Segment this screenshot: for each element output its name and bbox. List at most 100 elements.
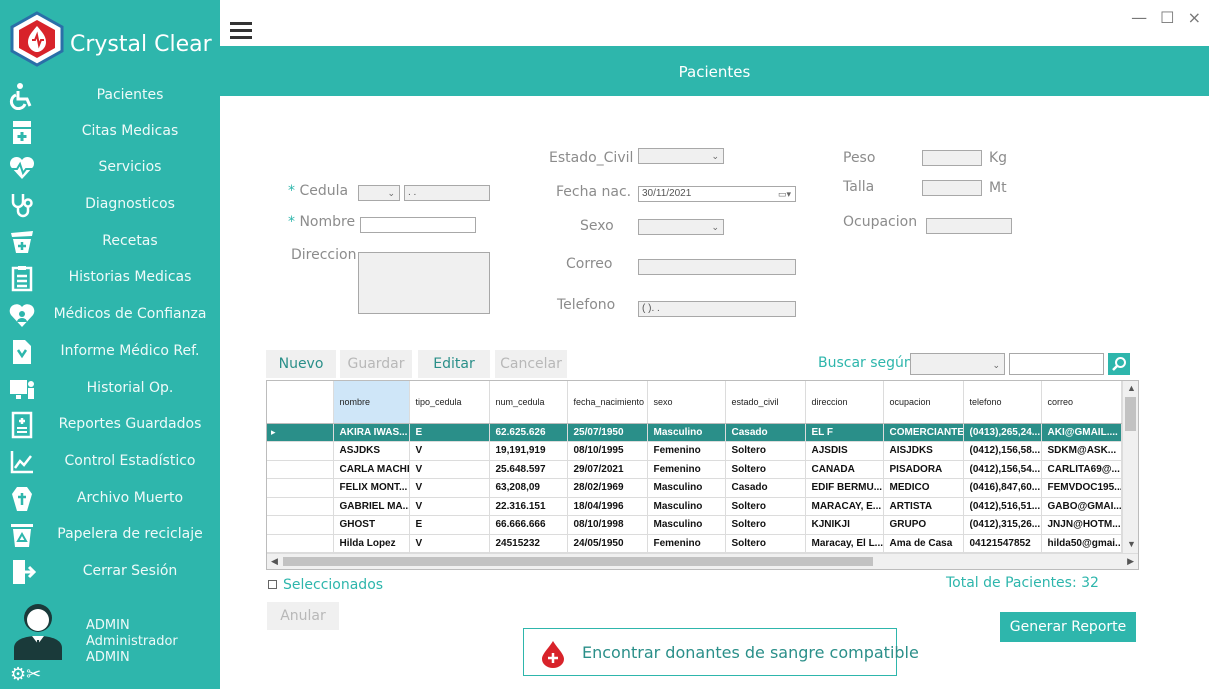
settings-tools-icon[interactable]: ⚙✂	[10, 664, 41, 685]
column-header[interactable]: correo	[1041, 381, 1122, 424]
sidebar-item-archivo-muerto[interactable]: Archivo Muerto	[0, 481, 220, 517]
buscar-select[interactable]: ⌄	[910, 353, 1005, 375]
table-cell[interactable]: EDIF BERMU...	[805, 478, 884, 498]
sidebar-item-reportes-guardados[interactable]: Reportes Guardados	[0, 407, 220, 443]
table-cell[interactable]: Femenino	[647, 534, 726, 553]
table-cell[interactable]: 62.625.626	[489, 423, 568, 442]
table-cell[interactable]: Casado	[725, 423, 806, 442]
scroll-right-icon[interactable]: ▶	[1127, 556, 1134, 567]
calendar-dropdown-icon[interactable]: ▭▾	[778, 187, 791, 201]
row-header[interactable]	[267, 515, 334, 535]
scroll-down-icon[interactable]: ▼	[1127, 539, 1136, 549]
scroll-left-icon[interactable]: ◀	[271, 556, 278, 567]
sidebar-item-pacientes[interactable]: Pacientes	[0, 78, 220, 114]
table-cell[interactable]: PISADORA	[883, 460, 964, 479]
table-cell[interactable]: Masculino	[647, 423, 726, 442]
table-cell[interactable]: KJNIKJI	[805, 515, 884, 535]
table-cell[interactable]: Casado	[725, 478, 806, 498]
table-cell[interactable]: 24/05/1950	[567, 534, 648, 553]
table-row[interactable]: GHOST E 66.666.666 08/10/1998 Masculino Solte…	[267, 515, 1122, 535]
table-cell[interactable]: V	[409, 497, 490, 516]
row-header[interactable]: ▸	[267, 423, 334, 442]
table-row[interactable]: ASJDKS V 19,191,919 08/10/1995 Femenino Solte…	[267, 441, 1122, 461]
table-cell[interactable]: 18/04/1996	[567, 497, 648, 516]
table-row[interactable]: CARLA MACHINV25.648.59729/07/2021Femenin…	[267, 460, 1122, 479]
window-controls[interactable]: — ☐ ×	[1131, 8, 1205, 27]
table-row[interactable]: ▸ AKIRA IWAS... E 62.625.626 25/07/1950 Mascu…	[267, 423, 1122, 442]
table-cell[interactable]: 25.648.597	[489, 460, 568, 479]
table-cell[interactable]: Masculino	[647, 497, 726, 516]
table-cell[interactable]: 19,191,919	[489, 441, 568, 461]
sidebar-item-recetas[interactable]: Recetas	[0, 224, 220, 260]
table-cell[interactable]: V	[409, 534, 490, 553]
table-cell[interactable]: GHOST	[333, 515, 410, 535]
table-row[interactable]: Hilda Lopez V 24515232 24/05/1950 Femenino So…	[267, 534, 1122, 553]
table-cell[interactable]: (0413),265,24...	[963, 423, 1042, 442]
column-header[interactable]: direccion	[805, 381, 884, 424]
sidebar-item-informe-medico-ref[interactable]: Informe Médico Ref.	[0, 334, 220, 370]
seleccionados-checkbox[interactable]	[268, 580, 277, 589]
table-cell[interactable]: E	[409, 423, 490, 442]
telefono-field[interactable]: ( ). .	[638, 301, 796, 317]
table-cell[interactable]: 22.316.151	[489, 497, 568, 516]
generar-reporte-button[interactable]: Generar Reporte	[1000, 612, 1136, 642]
nuevo-button[interactable]: Nuevo	[266, 350, 336, 378]
table-cell[interactable]: Soltero	[725, 534, 806, 553]
table-cell[interactable]: 08/10/1998	[567, 515, 648, 535]
table-cell[interactable]: 29/07/2021	[567, 460, 648, 479]
table-cell[interactable]: Masculino	[647, 478, 726, 498]
table-cell[interactable]: Masculino	[647, 515, 726, 535]
table-row[interactable]: FELIX MONT... V 63,208,09 28/02/1969 Masculi…	[267, 478, 1122, 498]
cedula-field[interactable]: . .	[404, 185, 490, 201]
table-cell[interactable]: Soltero	[725, 460, 806, 479]
peso-field[interactable]	[922, 150, 982, 166]
table-cell[interactable]: Ama de Casa	[883, 534, 964, 553]
column-header[interactable]: num_cedula	[489, 381, 568, 424]
direccion-textarea[interactable]	[358, 252, 490, 314]
sidebar-item-medicos-de-confianza[interactable]: Médicos de Confianza	[0, 297, 220, 333]
correo-field[interactable]	[638, 259, 796, 275]
table-cell[interactable]: FELIX MONT...	[333, 478, 410, 498]
table-cell[interactable]: CARLITA69@...	[1041, 460, 1122, 479]
table-cell[interactable]: 66.666.666	[489, 515, 568, 535]
donantes-button[interactable]: Encontrar donantes de sangre compatible	[523, 628, 919, 676]
horizontal-scroll-thumb[interactable]	[283, 557, 873, 566]
sidebar-item-citas-medicas[interactable]: Citas Medicas	[0, 114, 220, 150]
table-cell[interactable]: MEDICO	[883, 478, 964, 498]
table-cell[interactable]: CANADA	[805, 460, 884, 479]
row-header[interactable]	[267, 441, 334, 461]
table-cell[interactable]: 25/07/1950	[567, 423, 648, 442]
table-cell[interactable]: E	[409, 515, 490, 535]
column-header[interactable]: telefono	[963, 381, 1042, 424]
table-cell[interactable]: GABRIEL MA...	[333, 497, 410, 516]
column-header[interactable]: sexo	[647, 381, 726, 424]
sexo-select[interactable]: ⌄	[638, 219, 724, 235]
column-header[interactable]: tipo_cedula	[409, 381, 490, 424]
table-cell[interactable]: Soltero	[725, 497, 806, 516]
table-cell[interactable]: (0412),156,58...	[963, 441, 1042, 461]
ocupacion-field[interactable]	[926, 218, 1012, 234]
column-header[interactable]: estado_civil	[725, 381, 806, 424]
table-cell[interactable]: AJSDIS	[805, 441, 884, 461]
table-cell[interactable]: (0416),847,60...	[963, 478, 1042, 498]
table-cell[interactable]: FEMVDOC195...	[1041, 478, 1122, 498]
patients-table[interactable]: nombre tipo_cedula num_cedula fecha_nacimie…	[266, 380, 1139, 570]
hamburger-menu-icon[interactable]	[230, 22, 252, 39]
row-header[interactable]	[267, 497, 334, 516]
sidebar-item-cerrar-sesion[interactable]: Cerrar Sesión	[0, 554, 220, 590]
horizontal-scrollbar[interactable]: ◀ ▶	[267, 553, 1138, 569]
row-header[interactable]	[267, 460, 334, 479]
table-cell[interactable]: EL F	[805, 423, 884, 442]
talla-field[interactable]	[922, 180, 982, 196]
table-cell[interactable]: 24515232	[489, 534, 568, 553]
row-header[interactable]	[267, 478, 334, 498]
sidebar-item-servicios[interactable]: Servicios	[0, 150, 220, 186]
table-cell[interactable]: GRUPO	[883, 515, 964, 535]
table-cell[interactable]: Soltero	[725, 515, 806, 535]
table-cell[interactable]: JNJN@HOTM...	[1041, 515, 1122, 535]
table-cell[interactable]: V	[409, 478, 490, 498]
table-cell[interactable]: AKI@GMAIL....	[1041, 423, 1122, 442]
table-cell[interactable]: 63,208,09	[489, 478, 568, 498]
table-cell[interactable]: Maracay, El L...	[805, 534, 884, 553]
table-cell[interactable]: ARTISTA	[883, 497, 964, 516]
